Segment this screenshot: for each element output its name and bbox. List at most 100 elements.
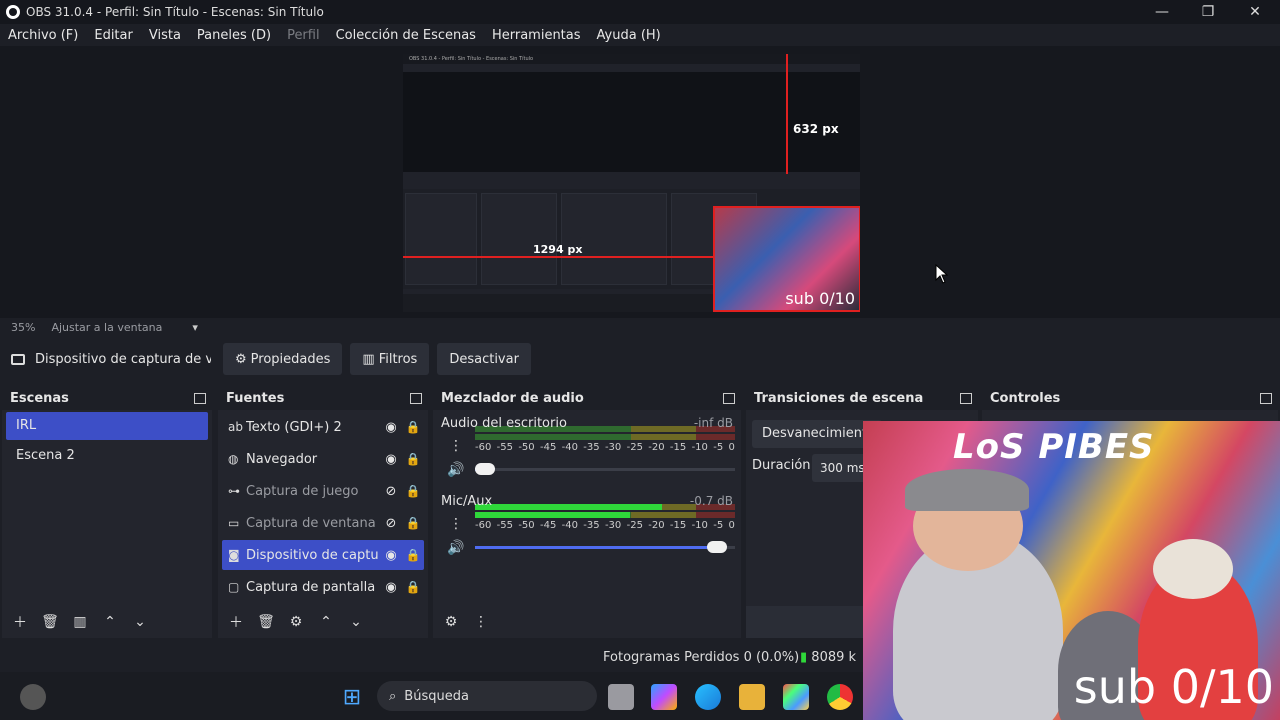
widgets-icon[interactable] — [20, 684, 46, 710]
lock-icon[interactable]: 🔒 — [402, 580, 424, 594]
add-scene-button[interactable]: ＋ — [8, 610, 32, 634]
source-row[interactable]: ▢ Captura de pantalla ◉ 🔒 — [222, 572, 424, 602]
menu-item-2[interactable]: Vista — [141, 28, 189, 43]
scene-item[interactable]: Escena 2 — [6, 442, 208, 470]
level-meter — [475, 434, 735, 440]
menu-item-4[interactable]: Perfil — [279, 28, 328, 43]
level-meter-fill — [475, 504, 663, 510]
add-source-button[interactable]: ＋ — [224, 610, 248, 634]
status-bar: Fotogramas Perdidos 0 (0.0%) ▮ 8089 k — [0, 646, 863, 670]
task-view-icon[interactable] — [608, 684, 634, 710]
scale-tick: -55 — [496, 520, 513, 531]
sources-toolbar: ＋ 🗑 ⚙ ⌃ ⌄ — [218, 606, 428, 638]
source-row[interactable]: ◙ Dispositivo de captu ◉ 🔒 — [222, 540, 424, 570]
scale-tick: -30 — [604, 442, 622, 453]
mixer-menu-icon[interactable]: ⋮ — [469, 610, 493, 634]
scenes-dock: Escenas IRL Escena 2 ＋ 🗑 ▥ ⌃ ⌄ — [2, 388, 212, 638]
controls-header: Controles — [982, 388, 1278, 410]
scene-filters-button[interactable]: ▥ — [68, 610, 92, 634]
undock-icon[interactable] — [194, 393, 206, 404]
channel-menu-icon[interactable]: ⋮ — [449, 438, 463, 454]
menu-item-1[interactable]: Editar — [86, 28, 141, 43]
zoom-bar: 35% Ajustar a la ventana ▾ — [0, 318, 1280, 336]
taskbar-search[interactable]: ⌕ Búsqueda — [377, 681, 597, 711]
remove-scene-button[interactable]: 🗑 — [38, 610, 62, 634]
source-label: Captura de ventana — [246, 515, 376, 531]
lock-icon[interactable]: 🔒 — [402, 548, 424, 562]
scale-tick: -50 — [518, 442, 535, 453]
source-toolbar: Dispositivo de captura de v ⚙ Propiedade… — [0, 342, 1280, 376]
scale-tick: -5 — [713, 442, 724, 453]
volume-knob[interactable] — [475, 463, 496, 475]
graffiti-text: LoS PIBES — [953, 427, 1155, 467]
scale-tick: -45 — [539, 442, 557, 453]
eye-icon[interactable]: ◉ — [380, 452, 402, 467]
close-button[interactable]: ✕ — [1232, 0, 1278, 24]
scenes-toolbar: ＋ 🗑 ▥ ⌃ ⌄ — [2, 606, 212, 638]
source-row[interactable]: ⊶ Captura de juego ⊘ 🔒 — [222, 476, 424, 506]
advanced-audio-gear-icon[interactable]: ⚙ — [439, 610, 463, 634]
scale-tick: -20 — [648, 520, 665, 531]
filters-button[interactable]: ▥ Filtros — [350, 343, 430, 375]
dropped-frames: Fotogramas Perdidos 0 (0.0%) — [603, 650, 800, 665]
edge-icon[interactable] — [695, 684, 721, 710]
remove-source-button[interactable]: 🗑 — [254, 610, 278, 634]
preview-canvas[interactable]: OBS 31.0.4 - Perfil: Sin Título - Escena… — [403, 54, 860, 312]
copilot-icon[interactable] — [651, 684, 677, 710]
maximize-button[interactable]: ❐ — [1185, 0, 1231, 24]
measure-horizontal: 1294 px — [533, 243, 583, 256]
cap-left — [905, 469, 1029, 511]
lock-icon[interactable]: 🔒 — [402, 484, 424, 498]
file-explorer-icon[interactable] — [739, 684, 765, 710]
lock-icon[interactable]: 🔒 — [402, 516, 424, 530]
undock-icon[interactable] — [960, 393, 972, 404]
source-label: Captura de juego — [246, 483, 359, 499]
windows-start-icon[interactable]: ⊞ — [339, 684, 365, 710]
eye-icon[interactable]: ◉ — [380, 548, 402, 563]
eye-icon[interactable]: ◉ — [380, 420, 402, 435]
menu-item-3[interactable]: Paneles (D) — [189, 28, 279, 43]
channel-menu-icon[interactable]: ⋮ — [449, 516, 463, 532]
source-row[interactable]: ▭ Captura de ventana ⊘ 🔒 — [222, 508, 424, 538]
preview-area[interactable]: OBS 31.0.4 - Perfil: Sin Título - Escena… — [0, 46, 1280, 318]
zoom-mode-select[interactable]: Ajustar a la ventana — [51, 321, 162, 334]
chrome-icon[interactable] — [827, 684, 853, 710]
minimize-button[interactable]: — — [1139, 0, 1185, 24]
speaker-icon[interactable]: 🔊 — [447, 462, 464, 478]
menu-item-5[interactable]: Colección de Escenas — [328, 28, 484, 43]
volume-slider[interactable] — [475, 541, 735, 553]
eye-icon[interactable]: ◉ — [380, 580, 402, 595]
deactivate-button[interactable]: Desactivar — [437, 343, 531, 375]
eye-off-icon[interactable]: ⊘ — [380, 516, 402, 531]
nested-obs-title: OBS 31.0.4 - Perfil: Sin Título - Escena… — [403, 54, 860, 64]
store-icon[interactable] — [783, 684, 809, 710]
source-row[interactable]: ◍ Navegador ◉ 🔒 — [222, 444, 424, 474]
menu-item-0[interactable]: Archivo (F) — [0, 28, 86, 43]
speaker-icon[interactable]: 🔊 — [447, 540, 464, 556]
undock-icon[interactable] — [723, 393, 735, 404]
channel-name: Mic/Aux — [441, 494, 493, 509]
window-icon: ▭ — [228, 516, 240, 530]
lock-icon[interactable]: 🔒 — [402, 452, 424, 466]
properties-button[interactable]: ⚙ Propiedades — [223, 343, 343, 375]
source-label: Captura de pantalla — [246, 579, 376, 595]
scene-item[interactable]: IRL — [6, 412, 208, 440]
undock-icon[interactable] — [1260, 393, 1272, 404]
source-row[interactable]: ab Texto (GDI+) 2 ◉ 🔒 — [222, 412, 424, 442]
menu-item-7[interactable]: Ayuda (H) — [589, 28, 669, 43]
selected-source-box[interactable]: sub 0/10 — [713, 206, 860, 312]
scale-tick: -60 — [475, 442, 492, 453]
source-properties-button[interactable]: ⚙ — [284, 610, 308, 634]
volume-slider[interactable] — [475, 463, 735, 475]
chevron-down-icon[interactable]: ▾ — [192, 321, 198, 334]
mouse-cursor-icon — [935, 264, 949, 284]
move-down-button[interactable]: ⌄ — [344, 610, 368, 634]
menu-item-6[interactable]: Herramientas — [484, 28, 589, 43]
volume-knob[interactable] — [706, 541, 727, 553]
move-up-button[interactable]: ⌃ — [98, 610, 122, 634]
lock-icon[interactable]: 🔒 — [402, 420, 424, 434]
move-up-button[interactable]: ⌃ — [314, 610, 338, 634]
undock-icon[interactable] — [410, 393, 422, 404]
move-down-button[interactable]: ⌄ — [128, 610, 152, 634]
eye-off-icon[interactable]: ⊘ — [380, 484, 402, 499]
